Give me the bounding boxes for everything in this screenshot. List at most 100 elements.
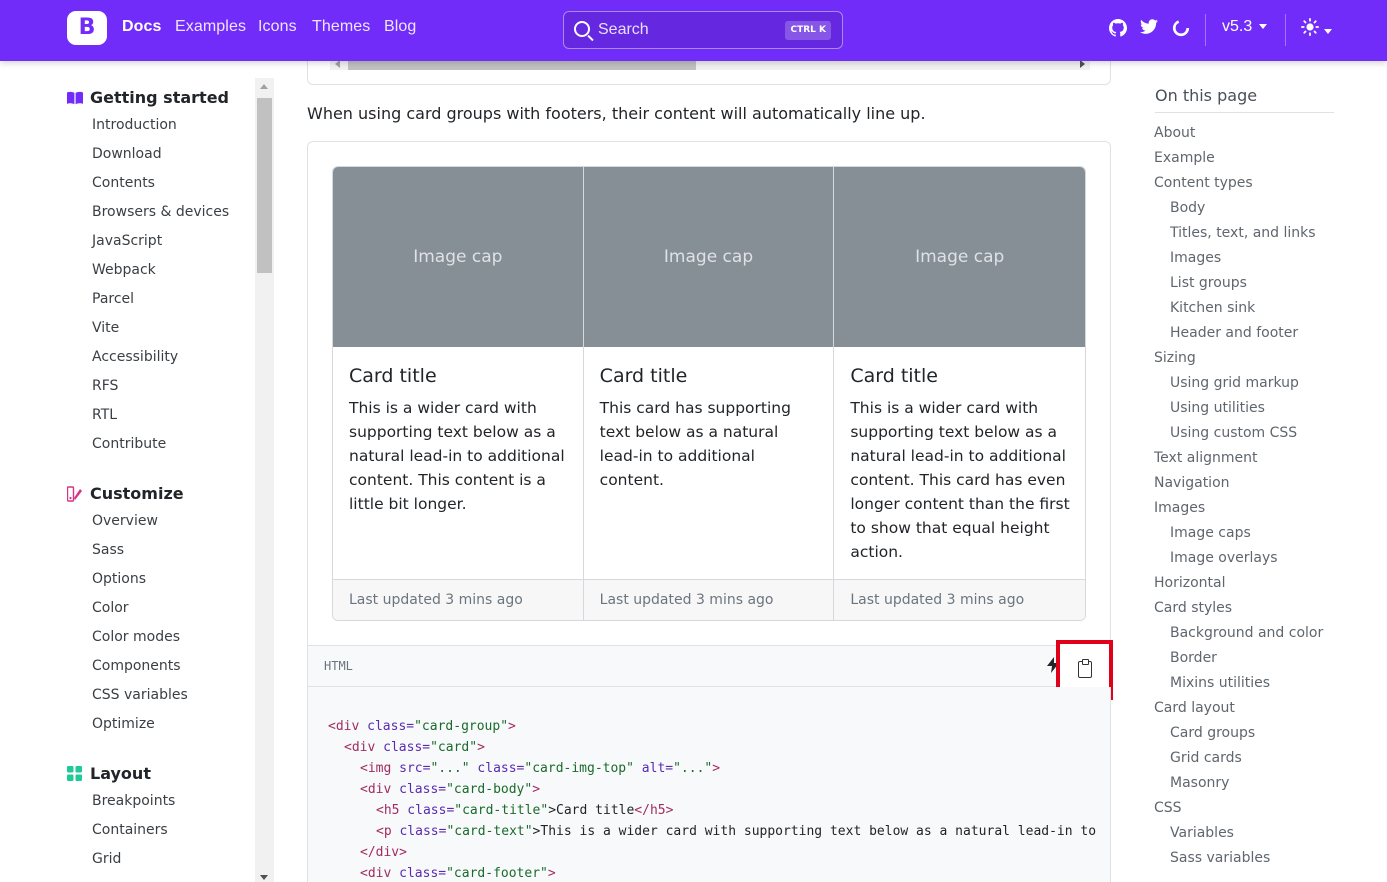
sidebar-item-rtl[interactable]: RTL [92,407,117,423]
sidebar-item-options[interactable]: Options [92,571,146,587]
toc-link-grid-cards[interactable]: Grid cards [1170,750,1242,766]
sidebar-item-overview[interactable]: Overview [92,513,158,529]
toc-link-kitchen-sink[interactable]: Kitchen sink [1170,300,1255,316]
toc-link-navigation[interactable]: Navigation [1154,475,1230,491]
sidebar-item-parcel[interactable]: Parcel [92,291,134,307]
toc-link-images[interactable]: Images [1170,250,1221,266]
theme-toggle[interactable] [1301,18,1332,41]
code-line: <div class="card-body"> [360,782,541,797]
code-line: <div class="card-group"> [328,719,516,734]
bootstrap-logo[interactable]: B [67,11,107,45]
toc-link-sass-variables[interactable]: Sass variables [1170,850,1270,866]
sidebar-section-layout[interactable]: Layout [90,764,151,783]
sidebar-scrollbar[interactable] [255,78,274,882]
navbar-divider [1205,14,1206,46]
card-title: Card title [599,365,688,387]
scroll-up-arrow-icon[interactable] [260,84,268,89]
sidebar-item-color[interactable]: Color [92,600,129,616]
toc-link-content-types[interactable]: Content types [1154,175,1253,191]
sun-icon [1301,18,1319,36]
card-footer-text: Last updated 3 mins ago [850,592,1025,608]
version-label: v5.3 [1222,18,1253,35]
card-image-cap: Image cap [583,167,834,347]
scroll-down-arrow-icon[interactable] [260,875,268,880]
card: Image cap Card title This card has suppo… [583,167,835,620]
toc-link-background-and-color[interactable]: Background and color [1170,625,1323,641]
search-icon [574,21,590,37]
sidebar-item-accessibility[interactable]: Accessibility [92,349,178,365]
toc-link-list-groups[interactable]: List groups [1170,275,1247,291]
sidebar-item-grid[interactable]: Grid [92,851,121,867]
top-navbar: B Docs Examples Icons Themes Blog Search… [0,0,1387,61]
toc-link-using-custom-css[interactable]: Using custom CSS [1170,425,1297,441]
nav-link-blog[interactable]: Blog [384,18,416,36]
toc-link-sizing[interactable]: Sizing [1154,350,1196,366]
section-intro-text: When using card groups with footers, the… [307,104,926,123]
toc-link-titles-text-and-links[interactable]: Titles, text, and links [1170,225,1316,241]
toc-link-mixins-utilities[interactable]: Mixins utilities [1170,675,1270,691]
nav-link-icons[interactable]: Icons [258,18,297,36]
toc-link-css[interactable]: CSS [1154,800,1182,816]
toc-link-using-utilities[interactable]: Using utilities [1170,400,1265,416]
sidebar-item-introduction[interactable]: Introduction [92,117,177,133]
sidebar-item-css-variables[interactable]: CSS variables [92,687,188,703]
opencollective-icon[interactable] [1172,19,1190,42]
toc-link-using-grid-markup[interactable]: Using grid markup [1170,375,1299,391]
palette-icon [66,486,82,502]
card-footer-text: Last updated 3 mins ago [599,592,774,608]
toc-link-image-overlays[interactable]: Image overlays [1170,550,1278,566]
toc-link-card-groups[interactable]: Card groups [1170,725,1255,741]
sidebar-item-contents[interactable]: Contents [92,175,155,191]
toc-link-card-layout[interactable]: Card layout [1154,700,1235,716]
toc-link-image-caps[interactable]: Image caps [1170,525,1251,541]
sidebar-item-browsers-devices[interactable]: Browsers & devices [92,204,229,220]
sidebar-item-javascript[interactable]: JavaScript [92,233,162,249]
version-dropdown[interactable]: v5.3 [1222,18,1268,36]
toc-title: On this page [1155,86,1258,105]
nav-link-examples[interactable]: Examples [175,18,246,36]
sidebar-section-customize[interactable]: Customize [90,484,184,503]
sidebar-item-contribute[interactable]: Contribute [92,436,166,452]
sidebar-item-vite[interactable]: Vite [92,320,119,336]
toc-link-border[interactable]: Border [1170,650,1217,666]
sidebar-item-breakpoints[interactable]: Breakpoints [92,793,175,809]
clipboard-icon [1078,659,1092,678]
toc-link-variables[interactable]: Variables [1170,825,1234,841]
toc-link-example[interactable]: Example [1154,150,1215,166]
nav-link-themes[interactable]: Themes [312,18,370,36]
book-icon [67,90,83,105]
card-footer: Last updated 3 mins ago [333,579,583,620]
twitter-icon[interactable] [1140,19,1158,40]
toc-link-body[interactable]: Body [1170,200,1205,216]
sidebar-item-sass[interactable]: Sass [92,542,124,558]
card-title: Card title [349,365,437,387]
toc-link-card-styles[interactable]: Card styles [1154,600,1232,616]
sidebar-item-color-modes[interactable]: Color modes [92,629,180,645]
github-icon[interactable] [1109,19,1127,42]
toc-link-masonry[interactable]: Masonry [1170,775,1229,791]
toc-link-images[interactable]: Images [1154,500,1205,516]
toc-link-horizontal[interactable]: Horizontal [1154,575,1225,591]
scroll-left-arrow-icon[interactable] [335,60,340,68]
sidebar-item-rfs[interactable]: RFS [92,378,118,394]
nav-link-docs[interactable]: Docs [122,18,162,36]
card: Image cap Card title This is a wider car… [834,167,1085,620]
sidebar-item-download[interactable]: Download [92,146,162,162]
code-line: <div class="card-footer"> [360,866,556,881]
scroll-right-arrow-icon[interactable] [1080,60,1085,68]
sidebar-item-containers[interactable]: Containers [92,822,168,838]
toc-link-text-alignment[interactable]: Text alignment [1154,450,1258,466]
sidebar-item-components[interactable]: Components [92,658,181,674]
search-shortcut-badge: CTRL K [785,21,831,40]
card-text: This is a wider card with supporting tex… [349,399,565,513]
code-line: <div class="card"> [344,740,485,755]
scrollbar-thumb[interactable] [257,98,272,273]
toc-link-about[interactable]: About [1154,125,1195,141]
card-footer: Last updated 3 mins ago [834,579,1085,620]
toc-link-header-and-footer[interactable]: Header and footer [1170,325,1298,341]
card: Image cap Card title This is a wider car… [333,167,584,620]
sidebar-section-getting-started[interactable]: Getting started [90,88,229,107]
sidebar-item-webpack[interactable]: Webpack [92,262,156,278]
sidebar-item-optimize[interactable]: Optimize [92,716,155,732]
search-button[interactable]: Search CTRL K [563,11,843,49]
